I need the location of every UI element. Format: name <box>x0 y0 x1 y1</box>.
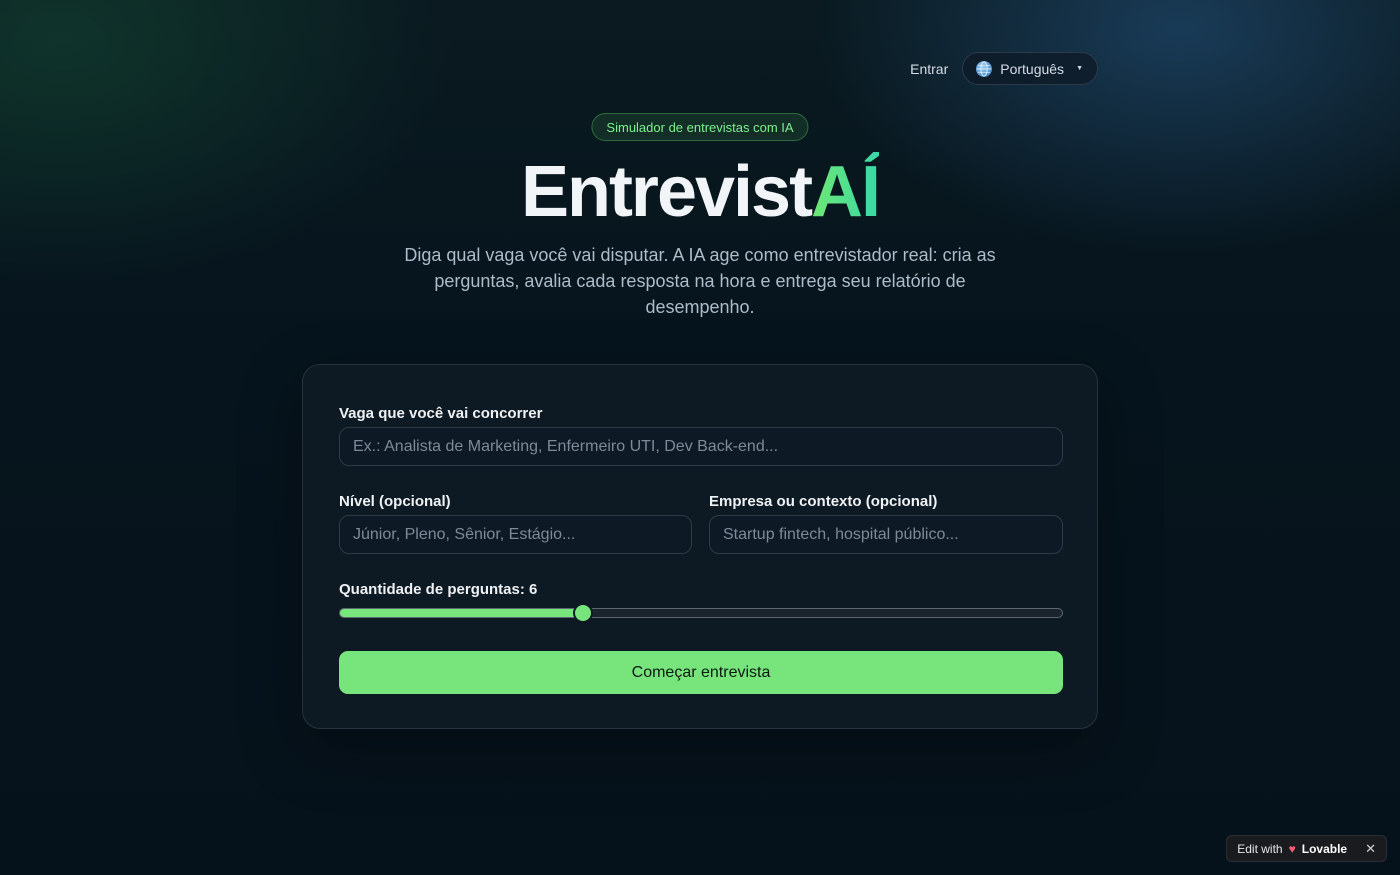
edit-with-label: Edit with <box>1237 841 1283 856</box>
hero-badge: Simulador de entrevistas com IA <box>591 113 809 141</box>
role-input[interactable] <box>339 427 1063 466</box>
questions-slider[interactable] <box>339 605 1063 621</box>
questions-label: Quantidade de perguntas: 6 <box>339 581 538 598</box>
globe-icon <box>976 60 993 77</box>
brand-title: EntrevistAÍ <box>0 150 1400 234</box>
login-link[interactable]: Entrar <box>910 61 948 77</box>
top-nav: Entrar Português ▼ <box>910 52 1098 85</box>
brand-title-part1: Entrevist <box>520 152 813 232</box>
role-label: Vaga que você vai concorrer <box>339 405 543 422</box>
questions-slider-fill <box>340 609 583 617</box>
language-select[interactable]: Português ▼ <box>962 52 1098 85</box>
level-label: Nível (opcional) <box>339 493 451 510</box>
language-label: Português <box>1000 60 1065 77</box>
company-input[interactable] <box>709 515 1063 554</box>
start-interview-button[interactable]: Começar entrevista <box>339 651 1063 694</box>
company-label: Empresa ou contexto (opcional) <box>709 493 938 510</box>
edit-with-lovable-badge[interactable]: Edit with ♥ Lovable ✕ <box>1226 835 1387 862</box>
lovable-brand-label: Lovable <box>1301 841 1348 856</box>
brand-title-part2: AÍ <box>811 152 881 232</box>
interview-setup-card: Vaga que você vai concorrer Nível (opcio… <box>302 364 1098 729</box>
close-icon[interactable]: ✕ <box>1365 841 1376 857</box>
chevron-down-icon: ▼ <box>1076 65 1083 72</box>
lovable-logo-icon: ♥ <box>1288 841 1296 856</box>
hero-subtitle: Diga qual vaga você vai disputar. A IA a… <box>404 245 996 317</box>
level-input[interactable] <box>339 515 692 554</box>
questions-slider-thumb[interactable] <box>574 605 591 621</box>
